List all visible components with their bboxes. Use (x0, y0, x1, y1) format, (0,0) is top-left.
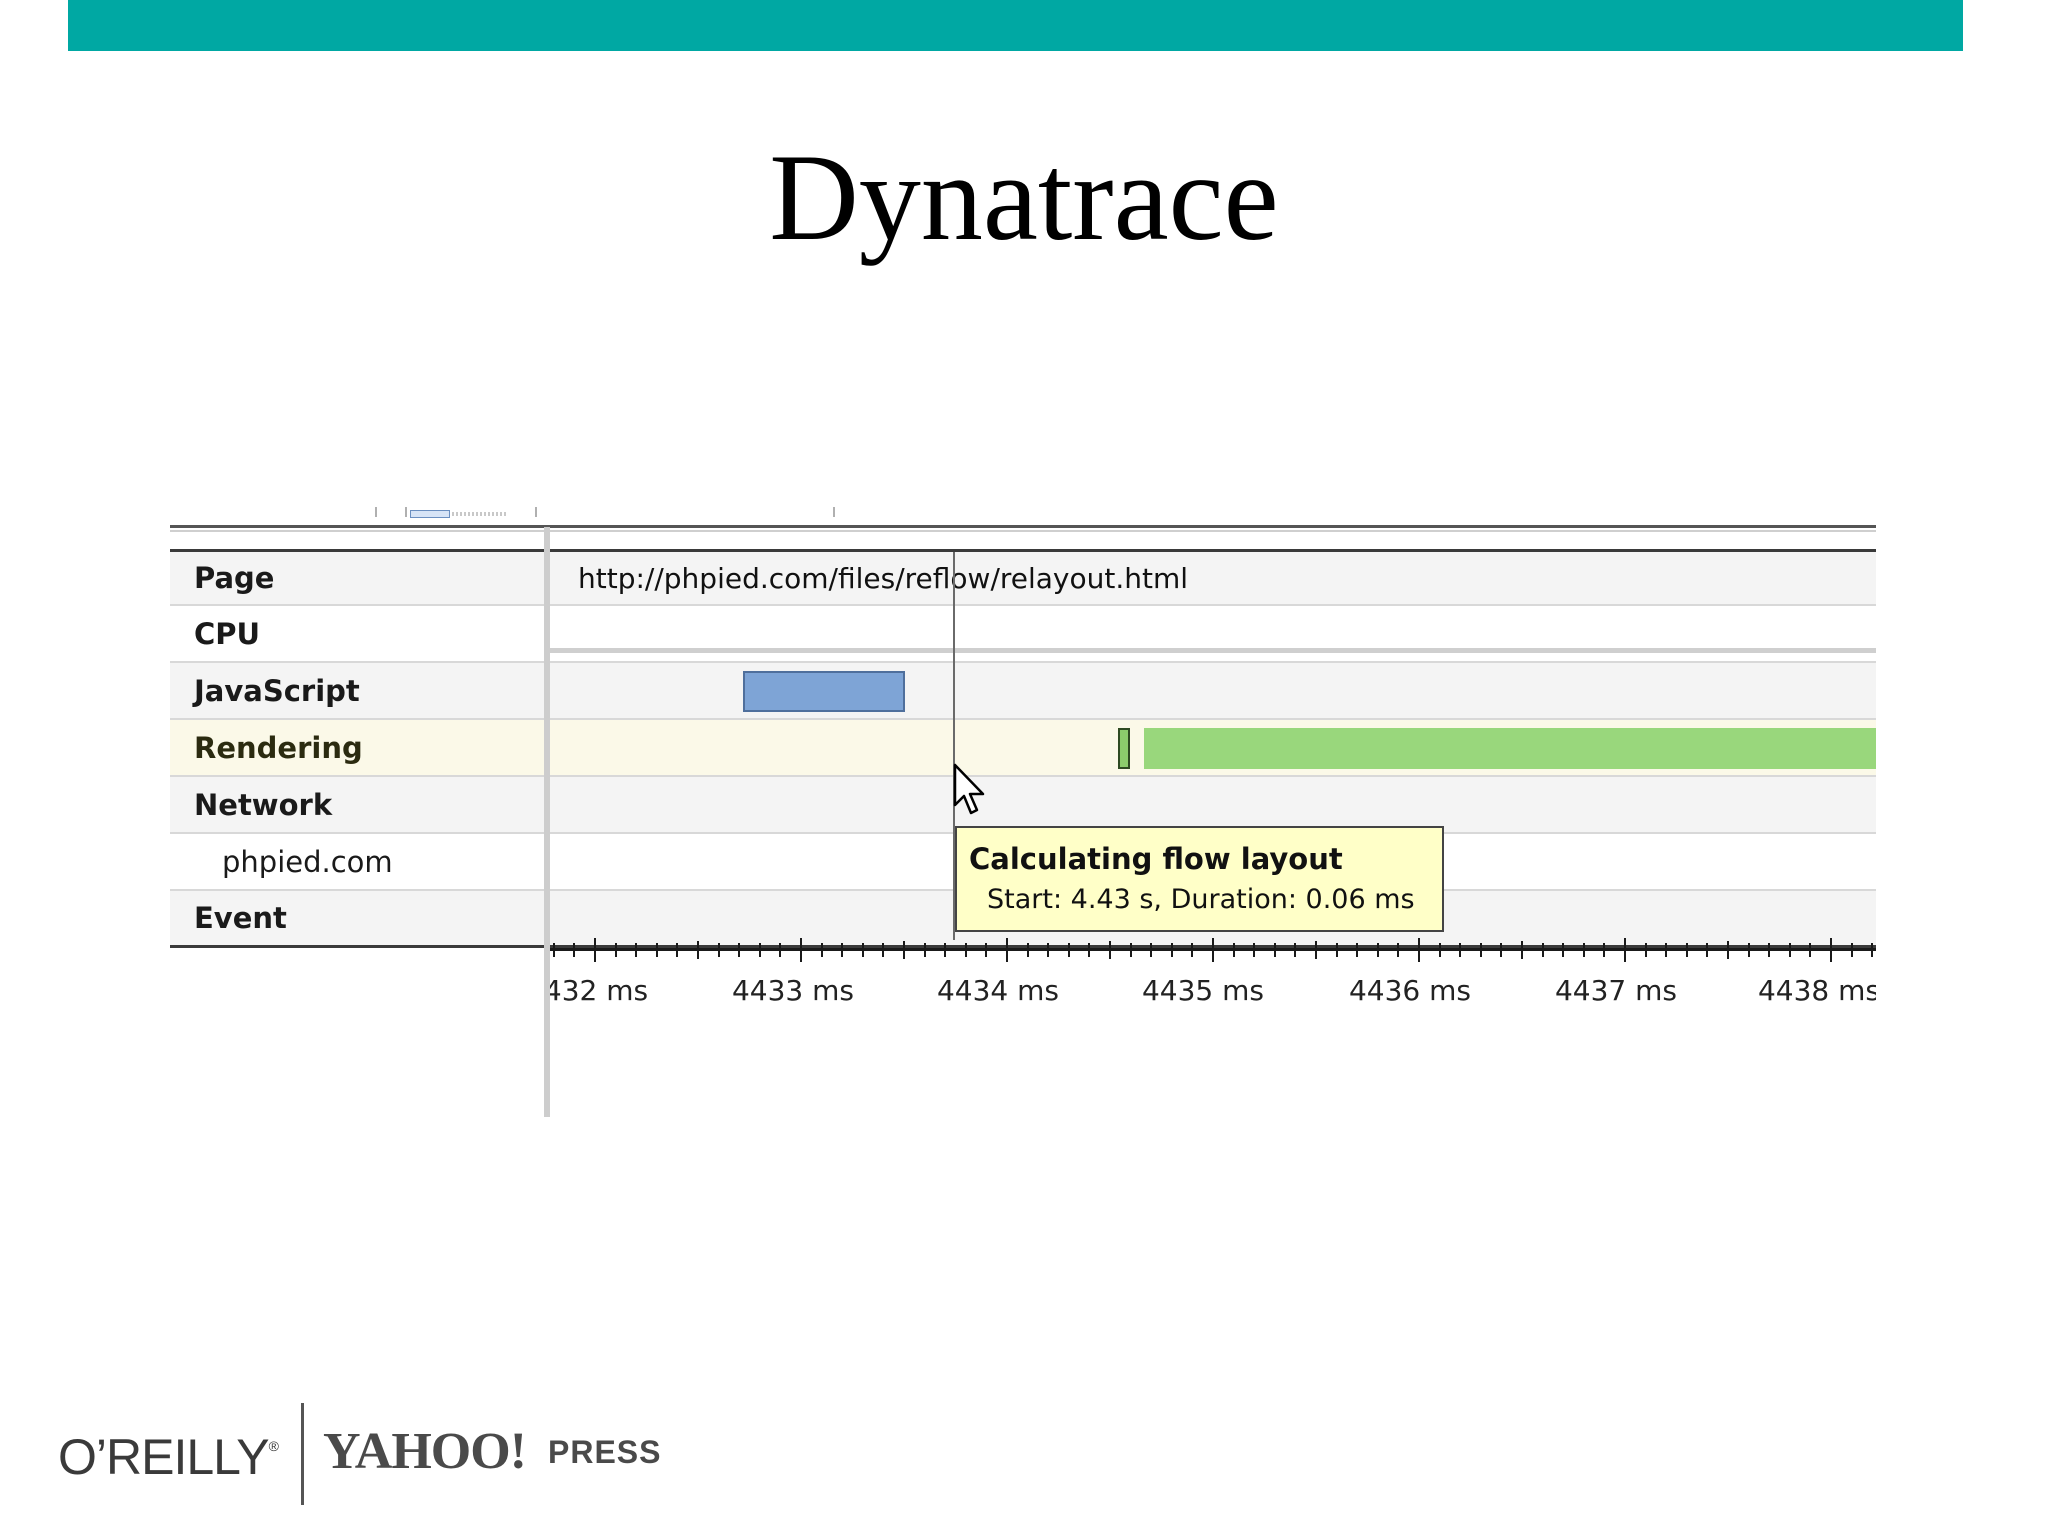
overview-tick (833, 507, 835, 517)
overview-strip[interactable] (170, 505, 1876, 519)
tooltip: Calculating flow layout Start: 4.43 s, D… (955, 826, 1444, 932)
overview-tick (405, 507, 407, 517)
timeline-panel: Page http://phpied.com/files/reflow/rela… (170, 505, 1876, 1117)
row-label-cpu: CPU (194, 616, 261, 651)
overview-hatch (452, 512, 506, 516)
row-page[interactable]: Page http://phpied.com/files/reflow/rela… (170, 549, 1876, 606)
axis-labels: 432 ms 4433 ms 4434 ms 4435 ms 4436 ms 4437 m… (550, 938, 1876, 1018)
overview-tick (375, 507, 377, 517)
oreilly-logo: O’REILLY® (58, 1428, 279, 1486)
row-javascript[interactable]: JavaScript (170, 663, 1876, 720)
axis-tick-label: 4435 ms (1141, 974, 1265, 1007)
column-splitter[interactable] (544, 527, 550, 1117)
axis-tick-label: 4437 ms (1554, 974, 1678, 1007)
slide-title: Dynatrace (769, 129, 1279, 266)
row-cpu[interactable]: CPU (170, 606, 1876, 663)
panel-divider (170, 525, 1876, 528)
oreilly-logo-text: O’REILLY (58, 1429, 270, 1485)
row-label-network: Network (194, 787, 333, 822)
page-url[interactable]: http://phpied.com/files/reflow/relayout.… (578, 552, 1188, 604)
overview-tick (535, 507, 537, 517)
axis-tick-label: 432 ms (550, 974, 649, 1007)
flow-layout-bar[interactable] (1118, 728, 1130, 769)
overview-range-handle[interactable] (410, 510, 450, 518)
tooltip-title: Calculating flow layout (969, 842, 1343, 876)
footer-separator (301, 1403, 304, 1505)
tooltip-detail: Start: 4.43 s, Duration: 0.06 ms (987, 884, 1415, 915)
axis-tick-label: 4433 ms (731, 974, 855, 1007)
row-label-page: Page (194, 561, 275, 595)
javascript-bar[interactable] (743, 671, 905, 712)
rendering-bar[interactable] (1144, 728, 1876, 769)
row-label-event: Event (194, 901, 287, 935)
row-cells-javascript (550, 663, 1876, 718)
row-cells-cpu (550, 606, 1876, 661)
row-cells-rendering (550, 720, 1876, 775)
top-accent-bar (68, 0, 1963, 51)
yahoo-logo: YAHOO! (323, 1423, 527, 1480)
panel-divider-light (170, 530, 1876, 532)
row-cells-page: http://phpied.com/files/reflow/relayout.… (550, 552, 1876, 604)
cpu-usage-line (550, 648, 1876, 653)
row-label-rendering: Rendering (194, 730, 363, 765)
row-label-host: phpied.com (222, 844, 393, 879)
registered-mark: ® (268, 1438, 279, 1454)
press-label: PRESS (548, 1434, 662, 1470)
row-rendering[interactable]: Rendering (170, 720, 1876, 777)
row-label-javascript: JavaScript (194, 673, 360, 708)
axis-tick-label: 4436 ms (1348, 974, 1472, 1007)
mouse-pointer-icon (953, 763, 985, 815)
axis-tick-label: 4434 ms (936, 974, 1060, 1007)
time-axis: 432 ms 4433 ms 4434 ms 4435 ms 4436 ms 4437 m… (550, 938, 1876, 1018)
axis-tick-label: 4438 ms (1757, 974, 1876, 1007)
